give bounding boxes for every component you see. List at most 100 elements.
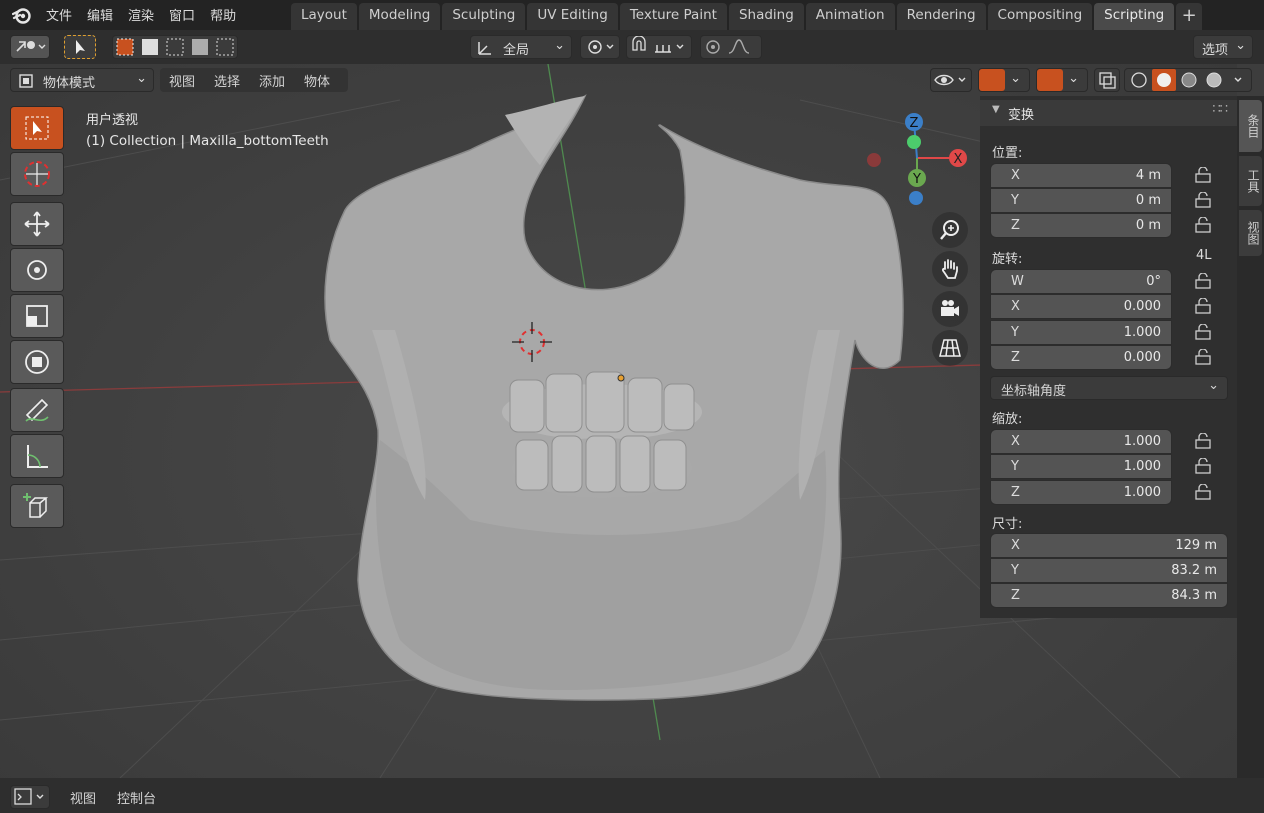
pan-button[interactable]	[932, 251, 968, 287]
rotation-4l-toggle[interactable]: 4L	[1196, 248, 1212, 263]
tab-compositing[interactable]: Compositing	[987, 3, 1093, 30]
console-menu-view[interactable]: 视图	[70, 788, 96, 807]
object-mode-dropdown[interactable]: 物体模式 ⌄	[10, 68, 154, 92]
solid-shading-icon[interactable]	[1157, 73, 1171, 87]
rotation-w-field[interactable]: W 0°	[990, 269, 1172, 294]
lock-icon[interactable]	[1194, 484, 1214, 500]
menu-view[interactable]: 视图	[169, 71, 195, 90]
lock-icon[interactable]	[1194, 433, 1214, 449]
add-cube-tool[interactable]	[10, 484, 64, 528]
transform-orientation-dropdown[interactable]: 全局 ⌄	[470, 35, 572, 59]
blender-logo-icon[interactable]	[12, 5, 32, 25]
menu-select[interactable]: 选择	[214, 71, 240, 90]
tab-shading[interactable]: Shading	[728, 3, 804, 30]
tab-sculpting[interactable]: Sculpting	[442, 3, 526, 30]
material-shading-icon[interactable]	[1181, 72, 1197, 88]
lock-icon[interactable]	[1194, 298, 1214, 314]
select-invert-icon[interactable]	[192, 39, 208, 55]
menu-window[interactable]: 窗口	[169, 5, 204, 24]
tab-item[interactable]: 条目	[1239, 100, 1262, 152]
zoom-button[interactable]	[932, 212, 968, 248]
select-subtract-icon[interactable]	[166, 38, 184, 56]
dimensions-y-field[interactable]: Y 83.2 m	[990, 558, 1228, 583]
visibility-dropdown[interactable]	[930, 68, 972, 92]
transform-panel-header[interactable]: ▼ 变换 ∷∷	[980, 100, 1237, 126]
cursor-tool[interactable]	[10, 152, 64, 196]
drag-handle-icon[interactable]: ∷∷	[1212, 102, 1228, 117]
navigation-gizmo[interactable]: X Z Y	[860, 110, 970, 210]
transform-panel-title: 变换	[1008, 108, 1035, 123]
pivot-point-dropdown[interactable]	[580, 35, 620, 59]
options-dropdown[interactable]: 选项 ⌄	[1193, 35, 1253, 59]
add-workspace-button[interactable]: +	[1176, 3, 1203, 30]
location-z-field[interactable]: Z 0 m	[990, 213, 1172, 238]
lock-icon[interactable]	[1194, 217, 1214, 233]
select-box-tool[interactable]	[10, 106, 64, 150]
falloff-curve-icon[interactable]	[728, 39, 750, 54]
lock-icon[interactable]	[1194, 192, 1214, 208]
rotation-y-field[interactable]: Y 1.000	[990, 320, 1172, 345]
console-editor-type-button[interactable]	[10, 785, 50, 809]
gizmo-dropdown[interactable]: ⌄	[978, 68, 1030, 92]
dimensions-z-field[interactable]: Z 84.3 m	[990, 583, 1228, 608]
camera-view-button[interactable]	[932, 291, 968, 327]
snap-increment-icon[interactable]	[655, 45, 671, 53]
location-x-field[interactable]: X 4 m	[990, 163, 1172, 188]
tab-rendering[interactable]: Rendering	[896, 3, 986, 30]
xray-toggle-icon[interactable]	[1094, 68, 1120, 92]
perspective-toggle-button[interactable]	[932, 330, 968, 366]
axis-label: X	[1011, 299, 1020, 314]
tab-layout[interactable]: Layout	[291, 3, 357, 30]
wireframe-shading-icon[interactable]	[1131, 72, 1147, 88]
tab-texture-paint[interactable]: Texture Paint	[619, 3, 727, 30]
rotate-tool[interactable]	[10, 248, 64, 292]
lock-icon[interactable]	[1194, 273, 1214, 289]
tab-scripting[interactable]: Scripting	[1094, 3, 1175, 30]
sidebar-panel: ▼ 变换 ∷∷ 位置: X 4 m Y 0 m Z 0 m 旋转: 4L W 0° X 0…	[980, 96, 1237, 618]
rendered-shading-icon[interactable]	[1206, 72, 1222, 88]
field-value: 83.2 m	[1171, 563, 1217, 578]
overlays-toggle-icon[interactable]	[1037, 69, 1063, 91]
collapse-triangle-icon: ▼	[992, 104, 1000, 115]
scale-x-field[interactable]: X 1.000	[990, 429, 1172, 454]
select-extend-icon[interactable]	[142, 39, 158, 55]
gizmo-toggle-icon[interactable]	[979, 69, 1005, 91]
transform-tool[interactable]	[10, 340, 64, 384]
menu-edit[interactable]: 编辑	[87, 5, 122, 24]
editor-type-button[interactable]	[10, 35, 50, 59]
dimensions-x-field[interactable]: X 129 m	[990, 533, 1228, 558]
rotation-x-field[interactable]: X 0.000	[990, 294, 1172, 319]
menu-add[interactable]: 添加	[259, 71, 285, 90]
orientation-icon	[478, 42, 491, 55]
console-menu-console[interactable]: 控制台	[117, 788, 156, 807]
select-intersect-icon[interactable]	[216, 38, 234, 56]
magnet-icon[interactable]	[632, 35, 646, 51]
tab-animation[interactable]: Animation	[805, 3, 895, 30]
select-new-icon[interactable]	[116, 38, 134, 56]
tab-uv-editing[interactable]: UV Editing	[527, 3, 618, 30]
tab-view[interactable]: 视图	[1239, 210, 1262, 256]
tab-tool[interactable]: 工具	[1239, 156, 1262, 206]
menu-object[interactable]: 物体	[304, 71, 330, 90]
rotation-mode-dropdown[interactable]: 坐标轴角度 ⌄	[990, 376, 1228, 400]
scale-z-field[interactable]: Z 1.000	[990, 480, 1172, 505]
move-tool[interactable]	[10, 202, 64, 246]
lock-icon[interactable]	[1194, 324, 1214, 340]
rotation-z-field[interactable]: Z 0.000	[990, 345, 1172, 370]
measure-tool[interactable]	[10, 434, 64, 478]
scale-y-field[interactable]: Y 1.000	[990, 454, 1172, 479]
lock-icon[interactable]	[1194, 349, 1214, 365]
select-tool-button[interactable]	[64, 35, 96, 59]
scale-tool[interactable]	[10, 294, 64, 338]
lock-icon[interactable]	[1194, 167, 1214, 183]
tab-modeling[interactable]: Modeling	[358, 3, 441, 30]
field-value: 4 m	[1135, 168, 1161, 183]
overlays-dropdown[interactable]: ⌄	[1036, 68, 1088, 92]
menu-file[interactable]: 文件	[46, 5, 81, 24]
annotate-tool[interactable]	[10, 388, 64, 432]
skull-mesh[interactable]	[324, 94, 904, 701]
menu-help[interactable]: 帮助	[210, 5, 245, 24]
menu-render[interactable]: 渲染	[128, 5, 163, 24]
lock-icon[interactable]	[1194, 458, 1214, 474]
location-y-field[interactable]: Y 0 m	[990, 188, 1172, 213]
